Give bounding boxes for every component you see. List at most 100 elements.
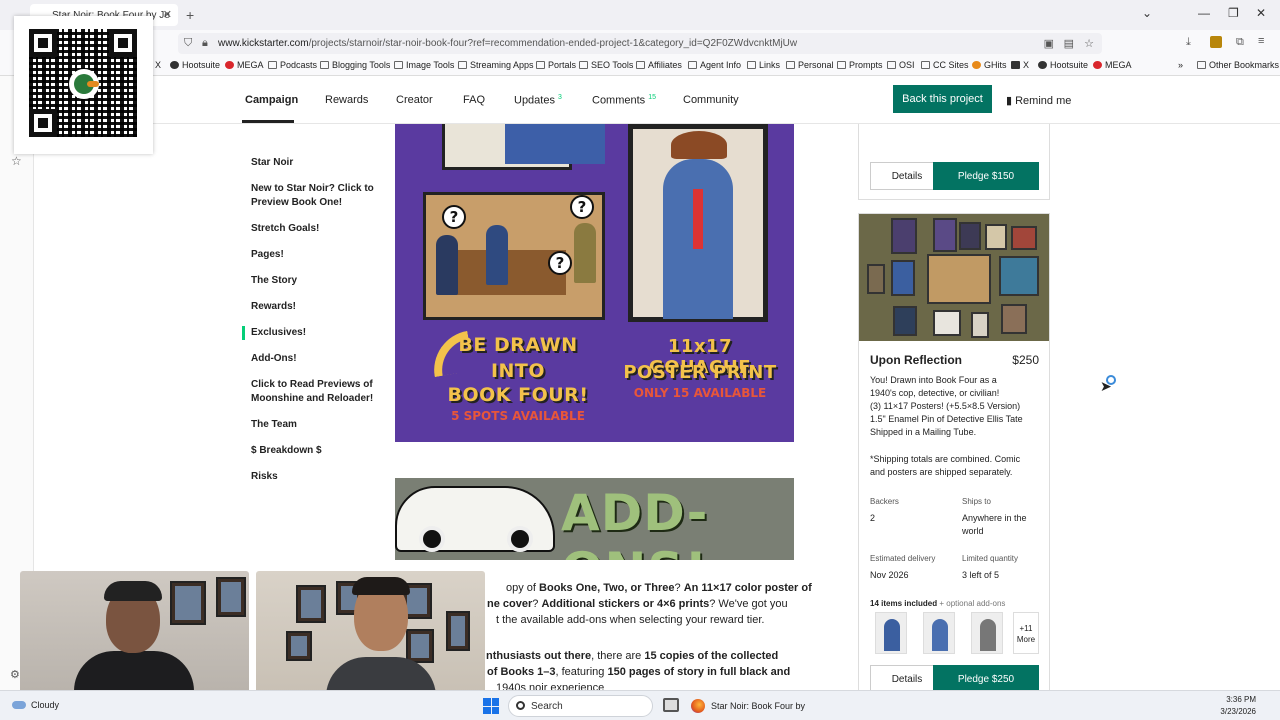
menu-item-preview-book-one[interactable]: New to Star Noir? Click to Preview Book … [251, 182, 376, 210]
bookmark-item[interactable]: X [1011, 60, 1029, 70]
bookmark-item[interactable]: Affiliates [636, 60, 682, 70]
bookmark-item[interactable]: CC Sites [921, 60, 969, 70]
tab-rewards[interactable]: Rewards [325, 94, 368, 106]
tab-comments[interactable]: Comments 15 [592, 94, 656, 107]
bookmarks-bar: X Hootsuite MEGA Podcasts Blogging Tools… [0, 56, 1280, 76]
body-paragraph-line: ne cover? Additional stickers or 4×6 pri… [487, 598, 788, 610]
bookmark-item[interactable]: Links [747, 60, 780, 70]
bookmark-item[interactable]: SEO Tools [579, 60, 633, 70]
reward-item-thumbnail[interactable] [923, 612, 955, 654]
reader-view-icon[interactable]: ▤ [1064, 37, 1074, 50]
vintage-car-illustration [395, 486, 555, 552]
reward-item-thumbnail[interactable] [971, 612, 1003, 654]
folder-icon [536, 61, 545, 69]
downloads-icon[interactable]: ⤓ [1186, 36, 1191, 49]
menu-item-exclusives[interactable]: Exclusives! [251, 326, 376, 340]
bookmark-item[interactable]: Hootsuite [170, 60, 220, 70]
delivery-label: Estimated delivery [870, 554, 936, 563]
webcam-feed-right [256, 571, 485, 701]
bookmark-item[interactable]: Prompts [837, 60, 883, 70]
lock-icon[interactable]: 🔒︎ [202, 37, 208, 50]
tab-list-icon[interactable]: ⌄ [1142, 6, 1152, 20]
new-tab-icon[interactable]: + [186, 7, 194, 23]
cloud-icon [12, 701, 26, 709]
reward-item-thumbnail[interactable] [875, 612, 907, 654]
bookmark-item[interactable]: MEGA [1093, 60, 1132, 70]
bookmark-item[interactable]: X [155, 60, 161, 70]
gouache-poster-art [628, 124, 768, 322]
menu-icon[interactable]: ≡ [1258, 35, 1264, 47]
tab-updates[interactable]: Updates 3 [514, 94, 562, 107]
bookmark-item[interactable]: Hootsuite [1038, 60, 1088, 70]
add-ons-heading: ADD-ONS! [561, 484, 709, 560]
bookmark-icon: ▮ [1006, 95, 1016, 107]
updates-count: 3 [558, 94, 562, 101]
shield-icon[interactable]: ⛉ [184, 37, 192, 50]
bookmark-item[interactable]: MEGA [225, 60, 264, 70]
bookmark-item[interactable]: OSI [887, 60, 915, 70]
bookmark-item[interactable]: Portals [536, 60, 576, 70]
comments-count: 15 [648, 94, 657, 101]
bookmark-star-icon[interactable]: ☆ [1084, 37, 1094, 50]
other-bookmarks[interactable]: Other Bookmarks [1197, 60, 1279, 70]
more-items-button[interactable]: +11 More [1013, 612, 1039, 654]
menu-item-rewards[interactable]: Rewards! [251, 300, 376, 314]
taskbar: Cloudy Search Star Noir: Book Four by 3:… [0, 690, 1280, 720]
weather-widget[interactable]: Cloudy [12, 700, 59, 710]
menu-item-the-story[interactable]: The Story [251, 274, 376, 288]
taskbar-search-input[interactable]: Search [508, 695, 653, 717]
bookmark-item[interactable]: Agent Info [688, 60, 741, 70]
extensions-icon[interactable]: ⧉ [1236, 36, 1244, 49]
menu-item-breakdown[interactable]: $ Breakdown $ [251, 444, 376, 458]
back-this-project-button[interactable]: Back this project [893, 85, 992, 113]
reward-description-line: and posters are shipped separately. [870, 467, 1013, 477]
bookmark-item[interactable]: Personal [786, 60, 834, 70]
tab-creator[interactable]: Creator [396, 94, 433, 106]
minimize-icon[interactable]: — [1198, 6, 1210, 20]
folder-icon [887, 61, 896, 69]
close-tab-icon[interactable]: ✕ [163, 8, 172, 21]
restore-icon[interactable]: ❐ [1228, 6, 1239, 20]
url-host: www.kickstarter.com [218, 38, 309, 49]
folder-icon [636, 61, 645, 69]
menu-item-risks[interactable]: Risks [251, 470, 376, 484]
menu-item-pages[interactable]: Pages! [251, 248, 376, 262]
limited-label: Limited quantity [962, 554, 1019, 563]
url-path: /projects/starnoir/star-noir-book-four?r… [308, 38, 798, 49]
promo-right-line2: POSTER PRINT [623, 362, 777, 383]
bookmark-item[interactable]: Podcasts [268, 60, 317, 70]
reward-description-line: *Shipping totals are combined. Comic [870, 454, 1021, 464]
tab-faq[interactable]: FAQ [463, 94, 485, 106]
menu-item-stretch-goals[interactable]: Stretch Goals! [251, 222, 376, 236]
taskbar-firefox-window[interactable]: Star Noir: Book Four by [691, 695, 805, 717]
tab-community[interactable]: Community [683, 94, 739, 106]
pledge-button[interactable]: Pledge $150 [933, 162, 1039, 190]
mega-icon [225, 61, 234, 69]
remind-me-button[interactable]: ▮ Remind me [1006, 94, 1071, 107]
body-paragraph-line: opy of Books One, Two, or Three? An 11×1… [506, 582, 812, 594]
address-bar[interactable]: ⛉ 🔒︎ www.kickstarter.com/projects/starno… [178, 33, 1102, 54]
search-icon [516, 701, 525, 710]
tab-campaign[interactable]: Campaign [245, 94, 298, 106]
bookmark-item[interactable]: Blogging Tools [320, 60, 390, 70]
star-icon[interactable]: ☆ [11, 154, 22, 168]
system-clock[interactable]: 3:36 PM 3/23/2026 [1220, 694, 1256, 718]
screenshot-icon[interactable]: ▣ [1044, 37, 1054, 50]
menu-item-add-ons[interactable]: Add-Ons! [251, 352, 376, 366]
windows-start-icon[interactable] [483, 698, 499, 714]
menu-item-the-team[interactable]: The Team [251, 418, 376, 432]
extension-icon[interactable] [1210, 36, 1222, 48]
close-window-icon[interactable]: ✕ [1256, 6, 1266, 20]
owl-icon [170, 61, 179, 69]
bookmark-item[interactable]: Streaming Apps [458, 60, 534, 70]
more-bookmarks-icon[interactable]: » [1178, 60, 1183, 70]
menu-item-previews[interactable]: Click to Read Previews of Moonshine and … [251, 378, 376, 406]
pledge-button[interactable]: Pledge $250 [933, 665, 1039, 693]
task-view-icon[interactable] [663, 698, 679, 712]
settings-icon[interactable]: ⚙ [10, 668, 20, 681]
reward-title: Upon Reflection [870, 353, 962, 367]
bookmark-item[interactable]: Image Tools [394, 60, 454, 70]
navigation-toolbar: ⛉ 🔒︎ www.kickstarter.com/projects/starno… [0, 30, 1280, 56]
menu-item-star-noir[interactable]: Star Noir [251, 156, 376, 170]
bookmark-item[interactable]: GHits [972, 60, 1007, 70]
